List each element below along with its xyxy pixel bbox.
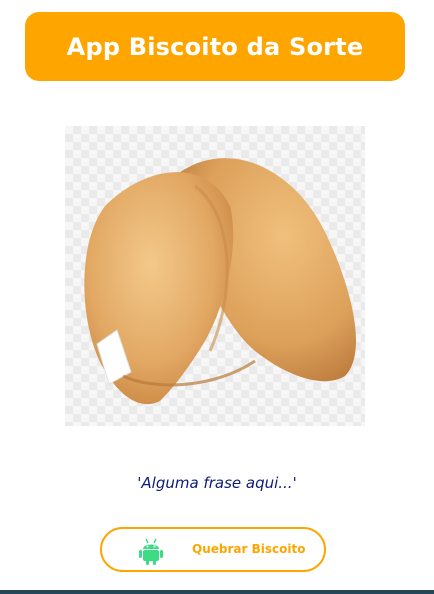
android-icon <box>136 536 166 566</box>
app-screen: App Biscoito da Sorte 'Alguma frase aqui… <box>0 0 434 594</box>
break-cookie-label: Quebrar Biscoito <box>192 542 306 556</box>
app-header: App Biscoito da Sorte <box>25 12 405 81</box>
fortune-phrase: 'Alguma frase aqui...' <box>137 474 297 492</box>
fortune-cookie-image <box>65 126 365 426</box>
app-title: App Biscoito da Sorte <box>66 32 364 61</box>
bottom-edge <box>0 590 434 594</box>
break-cookie-button[interactable]: Quebrar Biscoito <box>100 527 326 572</box>
